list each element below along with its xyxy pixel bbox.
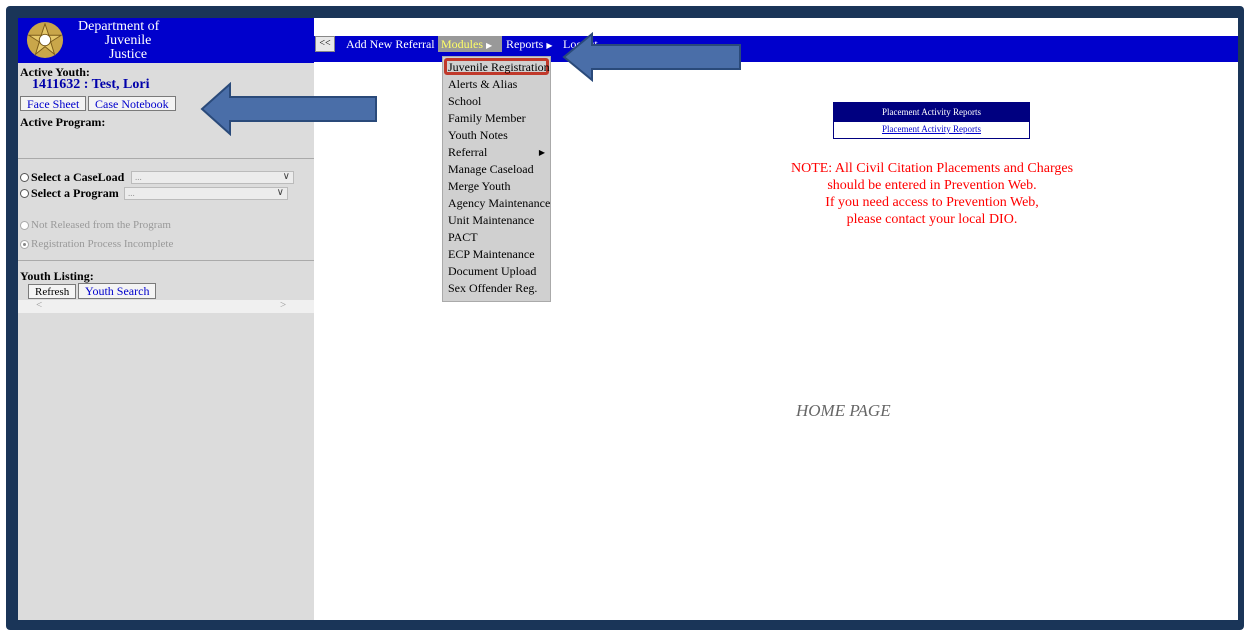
placement-activity-reports-link[interactable]: Placement Activity Reports (834, 124, 1029, 134)
dropdown-item-pact[interactable]: PACT (448, 230, 478, 245)
chevron-down-icon: ∨ (282, 171, 290, 182)
department-line3: Justice (108, 47, 148, 62)
dropdown-item-unit-maintenance[interactable]: Unit Maintenance (448, 213, 534, 228)
callout-arrow-icon (562, 32, 741, 82)
notice-line: If you need access to Prevention Web, (825, 195, 1039, 210)
dropdown-item-ecp-maintenance[interactable]: ECP Maintenance (448, 247, 535, 262)
face-sheet-button[interactable]: Face Sheet (20, 96, 87, 111)
refresh-button[interactable]: Refresh (28, 284, 77, 299)
chevron-down-icon: ∨ (276, 187, 284, 198)
youth-listing-label: Youth Listing: (20, 269, 94, 283)
dropdown-item-alerts-alias[interactable]: Alerts & Alias (448, 77, 517, 92)
dropdown-item-family-member[interactable]: Family Member (448, 111, 526, 126)
menu-modules-label: Modules (441, 37, 483, 51)
dropdown-item-agency-maintenance[interactable]: Agency Maintenance (448, 196, 550, 211)
home-page-title: HOME PAGE (796, 401, 891, 420)
menu-modules[interactable]: Modules ▶ (438, 36, 502, 52)
dropdown-item-merge-youth[interactable]: Merge Youth (448, 179, 510, 194)
collapse-sidebar-button[interactable]: << (315, 36, 335, 52)
sheriff-star-icon (26, 21, 64, 59)
department-logo-block: Department of Juvenile Justice (18, 18, 314, 63)
placement-activity-reports-box: Placement Activity Reports Placement Act… (833, 102, 1030, 139)
modules-dropdown: Juvenile Registration Alerts & Alias Sch… (442, 56, 551, 302)
caseload-select-value: ... (135, 172, 142, 182)
submenu-arrow-icon: ▶ (538, 148, 545, 157)
dropdown-item-document-upload[interactable]: Document Upload (448, 264, 536, 279)
menu-reports[interactable]: Reports ▶ (506, 37, 553, 52)
dropdown-item-sex-offender-reg[interactable]: Sex Offender Reg. (448, 281, 537, 296)
youth-search-button[interactable]: Youth Search (78, 283, 157, 299)
caseload-select[interactable]: ... ∨ (131, 171, 294, 184)
dropdown-item-youth-notes[interactable]: Youth Notes (448, 128, 508, 143)
select-program-radio[interactable] (20, 189, 29, 198)
not-released-radio (20, 221, 29, 230)
divider (18, 158, 314, 159)
active-youth-name[interactable]: 1411632 : Test, Lori (32, 77, 149, 93)
select-caseload-radio[interactable] (20, 173, 29, 182)
program-select[interactable]: ... ∨ (124, 187, 288, 200)
prevention-web-notice: NOTE: All Civil Citation Placements and … (750, 160, 1114, 228)
dropdown-item-juvenile-registration[interactable]: Juvenile Registration (448, 60, 550, 75)
callout-arrow-icon (200, 82, 377, 136)
divider (18, 260, 314, 261)
scroll-right-icon[interactable]: > (280, 299, 286, 311)
notice-line: NOTE: All Civil Citation Placements and … (790, 161, 1074, 176)
department-line1: Department of (78, 19, 160, 34)
department-line2: Juvenile (104, 33, 152, 48)
scroll-left-icon[interactable]: < (36, 299, 42, 311)
program-select-value: ... (128, 188, 135, 198)
not-released-label: Not Released from the Program (31, 219, 171, 231)
notice-line: please contact your local DIO. (846, 212, 1018, 227)
dropdown-item-referral[interactable]: Referral (448, 145, 487, 160)
registration-incomplete-radio (20, 240, 29, 249)
menu-reports-label: Reports (506, 37, 544, 51)
select-program-label: Select a Program (31, 186, 119, 200)
submenu-arrow-icon: ▶ (546, 41, 553, 50)
horizontal-scrollbar[interactable]: < > (18, 299, 314, 313)
dropdown-item-school[interactable]: School (448, 94, 481, 109)
select-caseload-label: Select a CaseLoad (31, 170, 125, 184)
registration-incomplete-label: Registration Process Incomplete (31, 238, 174, 250)
dropdown-item-manage-caseload[interactable]: Manage Caseload (448, 162, 534, 177)
submenu-arrow-icon: ▶ (486, 41, 493, 50)
active-program-label: Active Program: (20, 115, 106, 129)
notice-line: should be entered in Prevention Web. (827, 178, 1037, 193)
placement-activity-reports-header: Placement Activity Reports (834, 103, 1029, 122)
case-notebook-button[interactable]: Case Notebook (88, 96, 176, 111)
department-name: Department of Juvenile Justice (78, 20, 178, 62)
menu-add-new-referral[interactable]: Add New Referral (346, 37, 435, 52)
